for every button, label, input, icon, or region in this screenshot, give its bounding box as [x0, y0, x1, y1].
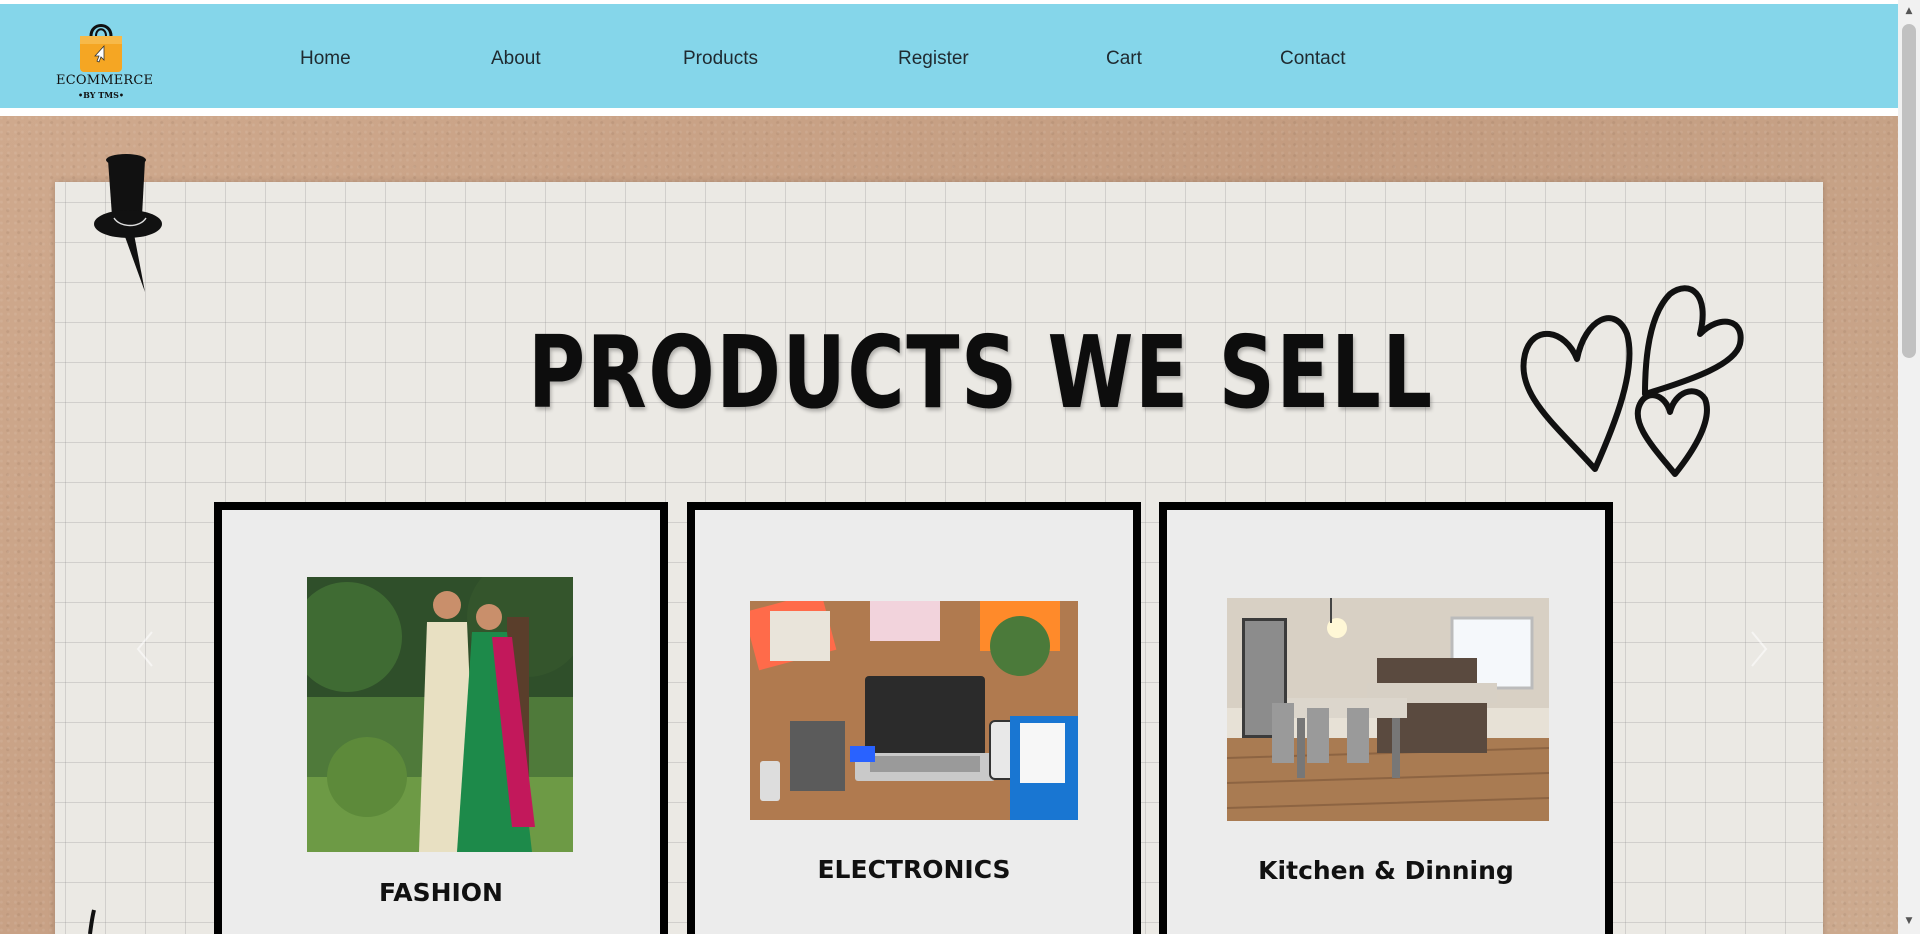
shopping-bag-icon — [80, 24, 122, 72]
nav-register[interactable]: Register — [898, 48, 969, 70]
brand-name: ECOMMERCE — [56, 73, 154, 88]
pushpin-icon — [94, 154, 162, 292]
product-label-fashion: FASHION — [379, 878, 503, 907]
dining-room-kitchen-photo — [1227, 598, 1549, 821]
hero-carousel: PRODUCTS WE SELL FASHION ELECTRONICS Kit… — [0, 116, 1898, 934]
chevron-left-icon[interactable] — [130, 626, 160, 672]
scrollbar-thumb[interactable] — [1902, 24, 1916, 358]
product-label-electronics: ELECTRONICS — [817, 855, 1011, 884]
page-scrollbar[interactable]: ▲ ▼ — [1898, 0, 1920, 934]
product-card-kitchen[interactable]: Kitchen & Dinning — [1159, 502, 1613, 934]
chevron-right-icon[interactable] — [1744, 626, 1774, 672]
hearts-doodle-icon — [1520, 285, 1744, 477]
navbar: ECOMMERCE •BY TMS• Home About Products R… — [0, 4, 1898, 108]
nav-home[interactable]: Home — [300, 48, 351, 70]
nav-about[interactable]: About — [491, 48, 541, 70]
navbar-divider — [0, 108, 1898, 116]
brand-tagline: •BY TMS• — [78, 90, 124, 100]
brand-logo[interactable]: ECOMMERCE •BY TMS• — [56, 16, 154, 102]
arrow-up-icon[interactable]: ▲ — [1898, 6, 1920, 20]
arrow-down-icon[interactable]: ▼ — [1898, 916, 1920, 930]
nav-products[interactable]: Products — [683, 48, 758, 70]
laptop-and-gadgets-desk-photo — [750, 601, 1078, 820]
couple-in-traditional-wear-photo — [307, 577, 573, 852]
page-title: PRODUCTS WE SELL — [528, 314, 1434, 431]
doodle-stroke-decoration — [88, 909, 96, 934]
product-label-kitchen: Kitchen & Dinning — [1258, 856, 1514, 885]
product-card-fashion[interactable]: FASHION — [214, 502, 668, 934]
product-card-electronics[interactable]: ELECTRONICS — [687, 502, 1141, 934]
nav-cart[interactable]: Cart — [1106, 48, 1142, 70]
nav-contact[interactable]: Contact — [1280, 48, 1345, 70]
